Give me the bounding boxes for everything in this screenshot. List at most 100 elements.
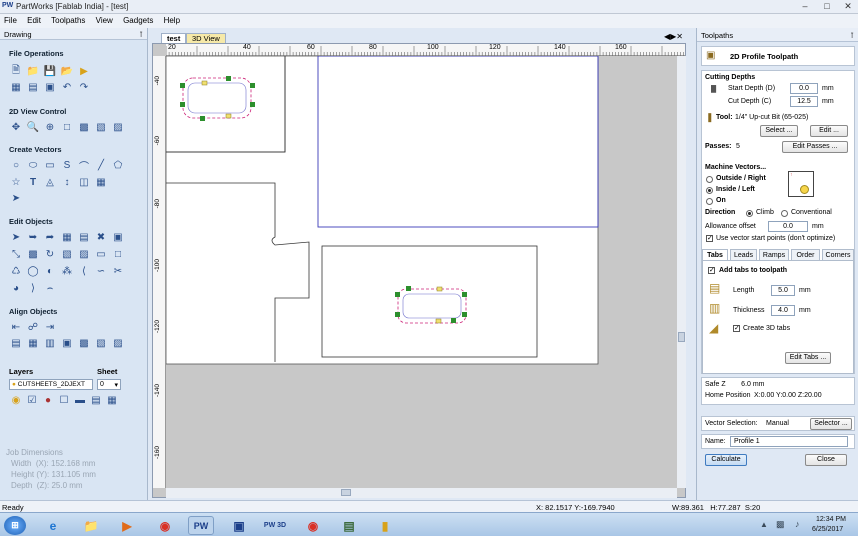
align-bottom-icon[interactable]: ▥ [43, 336, 57, 350]
partworks-3d-taskbar-button[interactable]: PW 3D [262, 516, 288, 535]
tool-edit-button[interactable]: Edit ... [810, 125, 848, 137]
align-vcenter-icon[interactable]: ▣ [60, 336, 74, 350]
node-edit-icon[interactable]: ➤ [9, 191, 23, 205]
menu-edit[interactable]: Edit [23, 14, 45, 27]
trim-icon[interactable]: ▭ [94, 247, 108, 261]
node-select-icon[interactable]: ➥ [26, 230, 40, 244]
draw-ellipse-icon[interactable]: ⬭ [26, 158, 40, 172]
subtab-order[interactable]: Order [791, 249, 820, 260]
zoom-out-icon[interactable]: ⊕ [43, 120, 57, 134]
subtab-leads[interactable]: Leads [730, 249, 757, 260]
selector-button[interactable]: Selector ... [810, 418, 852, 430]
vertical-scrollbar[interactable] [677, 56, 686, 488]
smooth-curve-icon[interactable]: ⟨ [77, 264, 91, 278]
name-input[interactable]: Profile 1 [730, 436, 848, 447]
tab-3d-view[interactable]: 3D View [186, 33, 226, 43]
internet-explorer-icon[interactable]: e [40, 516, 66, 535]
partworks-taskbar-button[interactable]: PW [188, 516, 214, 535]
tab-nav-icons[interactable]: ◀▶✕ [664, 32, 683, 41]
start-button[interactable]: ⊞ [4, 516, 26, 535]
ungroup-icon[interactable]: ▤ [77, 230, 91, 244]
close-vector-icon[interactable]: ◕ [9, 281, 23, 295]
draw-text-icon[interactable]: T [26, 175, 40, 189]
horizontal-scrollbar[interactable] [166, 488, 677, 498]
media-player-icon[interactable]: ▶ [114, 516, 140, 535]
calculate-button[interactable]: Calculate [705, 454, 747, 466]
draw-polyline-icon[interactable]: S [60, 158, 74, 172]
group-icon[interactable]: ▦ [60, 230, 74, 244]
menu-help[interactable]: Help [160, 14, 184, 27]
chrome-icon[interactable]: ◉ [152, 516, 178, 535]
align-center-icon[interactable]: ☍ [26, 320, 40, 334]
pin-icon[interactable]: ⊺ [139, 30, 143, 39]
align-left-icon[interactable]: ⇤ [9, 320, 23, 334]
draw-rectangle-icon[interactable]: ▭ [43, 158, 57, 172]
offset-icon[interactable]: □ [111, 247, 125, 261]
radio-conventional[interactable] [781, 210, 788, 217]
zoom-objects-icon[interactable]: ▧ [94, 120, 108, 134]
menu-view[interactable]: View [92, 14, 117, 27]
draw-arc-icon[interactable]: ⌒ [77, 158, 91, 173]
layer-manager-icon[interactable]: ▤ [89, 393, 103, 407]
draw-star-icon[interactable]: ☆ [9, 175, 23, 189]
add-tabs-checkbox[interactable]: ✓ [708, 267, 715, 274]
horizontal-scroll-thumb[interactable] [341, 489, 351, 496]
redo-icon[interactable]: ↷ [77, 80, 91, 94]
subtract-icon[interactable]: ◯ [26, 264, 40, 278]
radio-inside-left[interactable] [706, 187, 713, 194]
weld-icon[interactable]: ♺ [9, 264, 23, 278]
lock-icon[interactable]: ● [41, 393, 55, 407]
layer-dropdown[interactable]: ● CUTSHEETS_2DJEXT [9, 379, 93, 390]
tab-thickness-input[interactable]: 4.0 [771, 305, 795, 316]
size-icon[interactable]: ▩ [26, 247, 40, 261]
folder-icon[interactable]: ▮ [372, 516, 398, 535]
join-icon[interactable]: ✖ [94, 230, 108, 244]
layer-lock-checkbox[interactable]: ☐ [57, 393, 71, 407]
chrome-icon-2[interactable]: ◉ [300, 516, 326, 535]
align-right-icon[interactable]: ⇥ [43, 320, 57, 334]
scale-icon[interactable]: ▣ [111, 230, 125, 244]
layer-visible-checkbox[interactable]: ☑ [25, 393, 39, 407]
pin-icon[interactable]: ⊺ [850, 31, 854, 40]
app-window-icon[interactable]: ▤ [336, 516, 362, 535]
align-middle-icon[interactable]: ▦ [26, 336, 40, 350]
tab-test[interactable]: test [161, 33, 187, 43]
volume-icon[interactable]: ♪ [795, 519, 800, 529]
distribute-icon[interactable]: ▧ [94, 336, 108, 350]
allowance-input[interactable]: 0.0 [768, 221, 808, 232]
zoom-extents-icon[interactable]: □ [60, 120, 74, 134]
pan-icon[interactable]: ✥ [9, 120, 23, 134]
mirror-icon[interactable]: ▧ [60, 247, 74, 261]
edit-passes-button[interactable]: Edit Passes ... [782, 141, 848, 153]
menu-toolpaths[interactable]: Toolpaths [47, 14, 89, 27]
create-3d-tabs-checkbox[interactable]: ✓ [733, 325, 740, 332]
fillet-corner-icon[interactable]: ⌢ [43, 281, 57, 295]
zoom-material-icon[interactable]: ▩ [77, 120, 91, 134]
tray-arrow-icon[interactable]: ▲ [760, 520, 768, 529]
radio-outside-right[interactable] [706, 176, 713, 183]
cut-depth-input[interactable]: 12.5 [790, 96, 818, 107]
drawing-area[interactable] [166, 56, 677, 488]
network-icon[interactable]: ▩ [776, 519, 785, 530]
import-icon[interactable]: ▶ [77, 64, 91, 78]
dimension-icon[interactable]: ↕ [60, 175, 74, 189]
array-copy-icon[interactable]: ▦ [94, 175, 108, 189]
sheet-manager-icon[interactable]: ▦ [105, 393, 119, 407]
edit-tabs-button[interactable]: Edit Tabs ... [785, 352, 831, 364]
move-icon[interactable]: ⤡ [9, 247, 23, 261]
save-icon[interactable]: 💾 [43, 64, 57, 78]
extend-vector-icon[interactable]: ⟩ [26, 281, 40, 295]
radio-climb[interactable] [746, 210, 753, 217]
use-start-points-checkbox[interactable]: ✓ [706, 235, 713, 242]
tool-select-button[interactable]: Select ... [760, 125, 798, 137]
sheet-dropdown[interactable]: 0 ▾ [97, 379, 121, 390]
vertical-scroll-thumb[interactable] [678, 332, 685, 342]
tab-length-input[interactable]: 5.0 [771, 285, 795, 296]
new-file-icon[interactable]: 🗎 [9, 64, 23, 78]
nest-icon[interactable]: ⁂ [60, 264, 74, 278]
text-on-curve-icon[interactable]: ◬ [43, 175, 57, 189]
menu-file[interactable]: File [0, 14, 21, 27]
center-in-material-icon[interactable]: ▨ [111, 336, 125, 350]
subtab-corners[interactable]: Corners [822, 249, 854, 260]
select-icon[interactable]: ➤ [9, 230, 23, 244]
